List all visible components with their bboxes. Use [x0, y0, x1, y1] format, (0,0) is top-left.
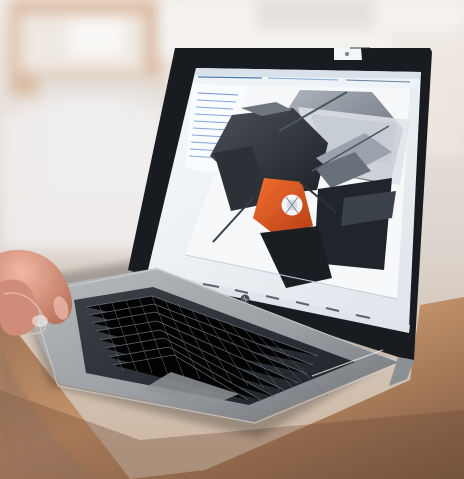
laptop-photo [0, 0, 464, 479]
photo-scene [0, 0, 464, 479]
webcam-dot [344, 51, 350, 57]
